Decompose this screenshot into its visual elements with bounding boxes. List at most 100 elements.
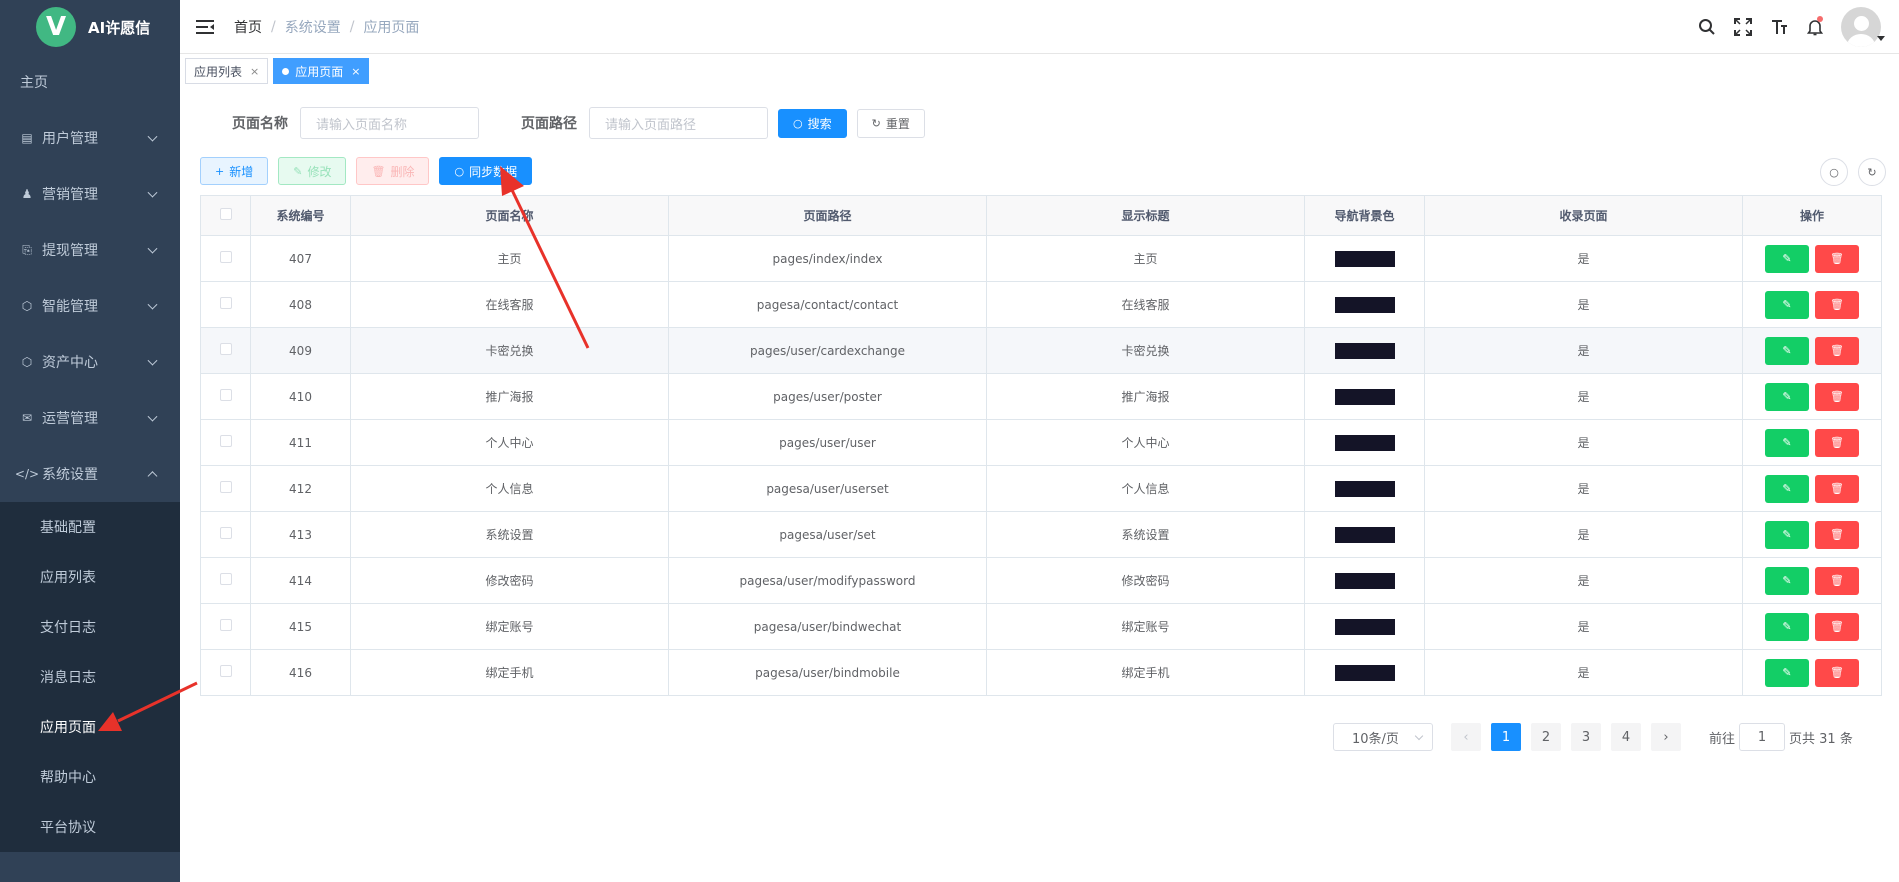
row-edit-button[interactable]: ✎ [1765,612,1809,641]
table-row[interactable]: 412 个人信息 pagesa/user/userset 个人信息是 ✎ 🗑 [200,465,1882,512]
row-edit-button[interactable]: ✎ [1765,566,1809,595]
row-checkbox[interactable] [219,481,232,493]
row-delete-button[interactable]: 🗑 [1815,658,1859,687]
font-size-icon[interactable] [1761,0,1797,54]
row-select-cell[interactable] [200,373,251,420]
sidebar-item-users[interactable]: ▤ 用户管理 [0,110,180,166]
row-delete-button[interactable]: 🗑 [1815,244,1859,273]
row-edit-button[interactable]: ✎ [1765,520,1809,549]
row-edit-button[interactable]: ✎ [1765,474,1809,503]
table-row[interactable]: 411 个人中心 pages/user/user 个人中心是 ✎ 🗑 [200,419,1882,466]
sidebar-item-assets[interactable]: ⬡ 资产中心 [0,334,180,390]
close-icon[interactable]: × [351,65,360,78]
table-row[interactable]: 410 推广海报 pages/user/poster 推广海报是 ✎ 🗑 [200,373,1882,420]
cell-page-path: pages/user/user [668,419,987,466]
table-row[interactable]: 409 卡密兑换 pages/user/cardexchange 卡密兑换是 ✎ 🗑 [200,327,1882,374]
row-delete-button[interactable]: 🗑 [1815,612,1859,641]
breadcrumb-home[interactable]: 首页 [234,17,262,37]
user-menu[interactable] [1833,0,1899,54]
add-button[interactable]: + 新增 [200,157,269,185]
table-row[interactable]: 407 主页 pages/index/index 主页是 ✎ 🗑 [200,235,1882,282]
page-path-input[interactable]: 请输入页面路径 [589,107,768,139]
edit-button[interactable]: ✎ 修改 [278,157,347,185]
delete-button[interactable]: 🗑 删除 [356,157,430,185]
row-delete-button[interactable]: 🗑 [1815,382,1859,411]
page-number[interactable]: 3 [1571,723,1601,751]
next-page-button[interactable]: › [1651,723,1681,751]
sidebar-subitem-app-pages[interactable]: 应用页面 [0,702,180,752]
row-checkbox[interactable] [219,389,232,401]
prev-page-button[interactable]: ‹ [1451,723,1481,751]
row-delete-button[interactable]: 🗑 [1815,474,1859,503]
row-checkbox[interactable] [219,527,232,539]
search-button[interactable]: ○ 搜索 [778,108,847,138]
sidebar-item-operations[interactable]: ✉ 运营管理 [0,390,180,446]
sidebar-subitem-pay-log[interactable]: 支付日志 [0,602,180,652]
sidebar-subitem-help-center[interactable]: 帮助中心 [0,752,180,802]
row-delete-button[interactable]: 🗑 [1815,290,1859,319]
page-number[interactable]: 1 [1491,723,1521,751]
row-checkbox[interactable] [219,665,232,677]
table-row[interactable]: 408 在线客服 pagesa/contact/contact 在线客服是 ✎ 🗑 [200,281,1882,328]
row-checkbox[interactable] [219,619,232,631]
row-select-cell[interactable] [200,557,251,604]
row-delete-button[interactable]: 🗑 [1815,336,1859,365]
fullscreen-icon[interactable] [1725,0,1761,54]
toggle-search-button[interactable]: ○ [1820,158,1848,186]
row-select-cell[interactable] [200,649,251,696]
row-edit-button[interactable]: ✎ [1765,658,1809,687]
table-row[interactable]: 415 绑定账号 pagesa/user/bindwechat 绑定账号是 ✎ 🗑 [200,603,1882,650]
sidebar-subitem-agreement[interactable]: 平台协议 [0,802,180,852]
row-select-cell[interactable] [200,603,251,650]
sidebar-subitem-basic-config[interactable]: 基础配置 [0,502,180,552]
row-checkbox[interactable] [219,343,232,355]
table-row[interactable]: 413 系统设置 pagesa/user/set 系统设置是 ✎ 🗑 [200,511,1882,558]
cell-actions: ✎ 🗑 [1742,419,1882,466]
sidebar-subitem-message-log[interactable]: 消息日志 [0,652,180,702]
row-checkbox[interactable] [219,435,232,447]
row-delete-button[interactable]: 🗑 [1815,520,1859,549]
table-row[interactable]: 414 修改密码 pagesa/user/modifypassword 修改密码是 ✎ 🗑 [200,557,1882,604]
sync-data-button[interactable]: ○ 同步数据 [439,157,533,185]
logo[interactable]: V AI许愿信 [0,0,180,54]
page-name-input[interactable]: 请输入页面名称 [300,107,479,139]
hamburger-icon[interactable] [196,19,216,35]
sidebar-item-marketing[interactable]: ♟ 营销管理 [0,166,180,222]
sidebar-item-settings[interactable]: </> 系统设置 [0,446,180,502]
row-edit-button[interactable]: ✎ [1765,244,1809,273]
row-select-cell[interactable] [200,327,251,374]
row-edit-button[interactable]: ✎ [1765,428,1809,457]
select-all-checkbox[interactable] [219,208,232,220]
reset-button[interactable]: ↻ 重置 [856,108,925,138]
row-delete-button[interactable]: 🗑 [1815,428,1859,457]
page-number[interactable]: 4 [1611,723,1641,751]
sidebar-item-withdraw[interactable]: ⎘ 提现管理 [0,222,180,278]
page-number[interactable]: 2 [1531,723,1561,751]
search-icon[interactable] [1689,0,1725,54]
row-edit-button[interactable]: ✎ [1765,336,1809,365]
row-checkbox[interactable] [219,573,232,585]
cell-page-path: pagesa/contact/contact [668,281,987,328]
tag-app-list[interactable]: 应用列表 × [185,58,269,84]
goto-page-input[interactable]: 1 [1739,723,1786,751]
close-icon[interactable]: × [250,65,259,78]
refresh-button[interactable]: ↻ [1858,158,1886,186]
row-select-cell[interactable] [200,235,251,282]
sidebar-item-ai[interactable]: ⬡ 智能管理 [0,278,180,334]
bell-icon[interactable] [1797,0,1833,54]
row-select-cell[interactable] [200,465,251,512]
page-size-select[interactable]: 10条/页 [1333,723,1433,751]
row-delete-button[interactable]: 🗑 [1815,566,1859,595]
row-checkbox[interactable] [219,251,232,263]
row-edit-button[interactable]: ✎ [1765,290,1809,319]
table-row[interactable]: 416 绑定手机 pagesa/user/bindmobile 绑定手机是 ✎ 🗑 [200,649,1882,696]
sidebar-subitem-app-list[interactable]: 应用列表 [0,552,180,602]
row-select-cell[interactable] [200,511,251,558]
row-checkbox[interactable] [219,297,232,309]
row-edit-button[interactable]: ✎ [1765,382,1809,411]
row-select-cell[interactable] [200,281,251,328]
select-all-cell[interactable] [200,195,251,236]
tag-app-pages[interactable]: 应用页面 × [273,58,370,84]
sidebar-item-home[interactable]: 主页 [0,54,180,110]
row-select-cell[interactable] [200,419,251,466]
